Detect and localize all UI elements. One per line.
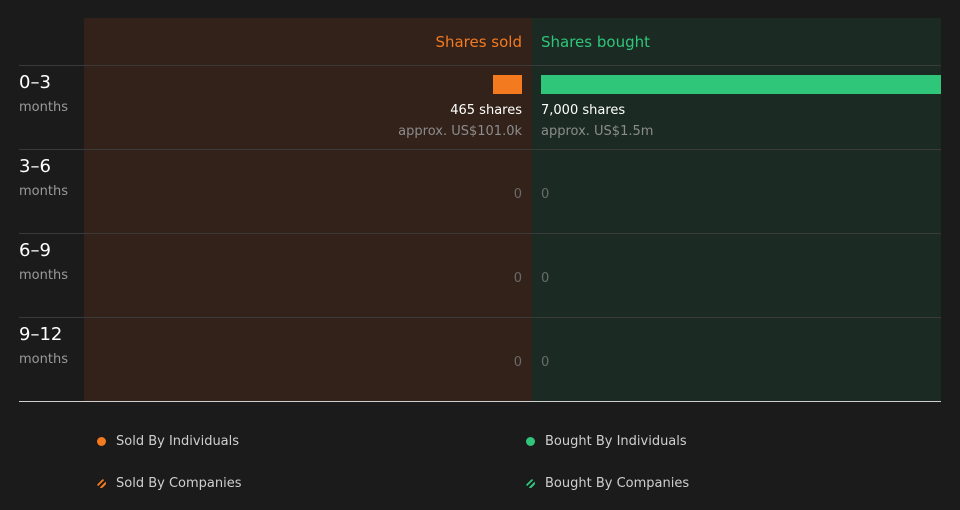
sold-shares-label: 0 — [513, 271, 522, 286]
dot-icon — [97, 437, 106, 446]
legend-label: Bought By Companies — [545, 476, 690, 491]
period-range: 3–6 — [19, 156, 51, 177]
shares-bought-header: Shares bought — [541, 33, 650, 51]
legend-label: Bought By Individuals — [545, 434, 687, 449]
legend-sold-individuals[interactable]: Sold By Individuals — [97, 434, 239, 449]
period-unit: months — [19, 184, 68, 199]
bought-shares-label: 0 — [541, 187, 550, 202]
period-row: 6–9 months 0 0 — [0, 234, 960, 318]
bought-bar[interactable] — [541, 75, 941, 94]
legend-bought-companies[interactable]: Bought By Companies — [526, 476, 689, 491]
bought-value-label: approx. US$1.5m — [541, 124, 654, 139]
sold-value-label: approx. US$101.0k — [398, 124, 522, 139]
legend-label: Sold By Individuals — [116, 434, 240, 449]
period-row: 3–6 months 0 0 — [0, 150, 960, 234]
legend-bought-individuals[interactable]: Bought By Individuals — [526, 434, 687, 449]
sold-shares-label: 465 shares — [450, 103, 522, 118]
period-range: 0–3 — [19, 72, 51, 93]
bought-shares-label: 0 — [541, 271, 550, 286]
legend-sold-companies[interactable]: Sold By Companies — [97, 476, 241, 491]
period-range: 6–9 — [19, 240, 51, 261]
legend-label: Sold By Companies — [116, 476, 242, 491]
shares-sold-header: Shares sold — [435, 33, 522, 51]
hatched-dot-icon — [97, 479, 106, 488]
period-unit: months — [19, 352, 68, 367]
sold-shares-label: 0 — [513, 187, 522, 202]
hatched-dot-icon — [526, 479, 535, 488]
bought-shares-label: 7,000 shares — [541, 103, 626, 118]
period-row: 0–3 months 465 shares approx. US$101.0k … — [0, 66, 960, 150]
sold-shares-label: 0 — [513, 355, 522, 370]
dot-icon — [526, 437, 535, 446]
period-unit: months — [19, 268, 68, 283]
bought-shares-label: 0 — [541, 355, 550, 370]
period-unit: months — [19, 100, 68, 115]
period-range: 9–12 — [19, 324, 63, 345]
sold-bar[interactable] — [492, 75, 522, 94]
period-row: 9–12 months 0 0 — [0, 318, 960, 402]
chart-baseline — [19, 401, 941, 402]
